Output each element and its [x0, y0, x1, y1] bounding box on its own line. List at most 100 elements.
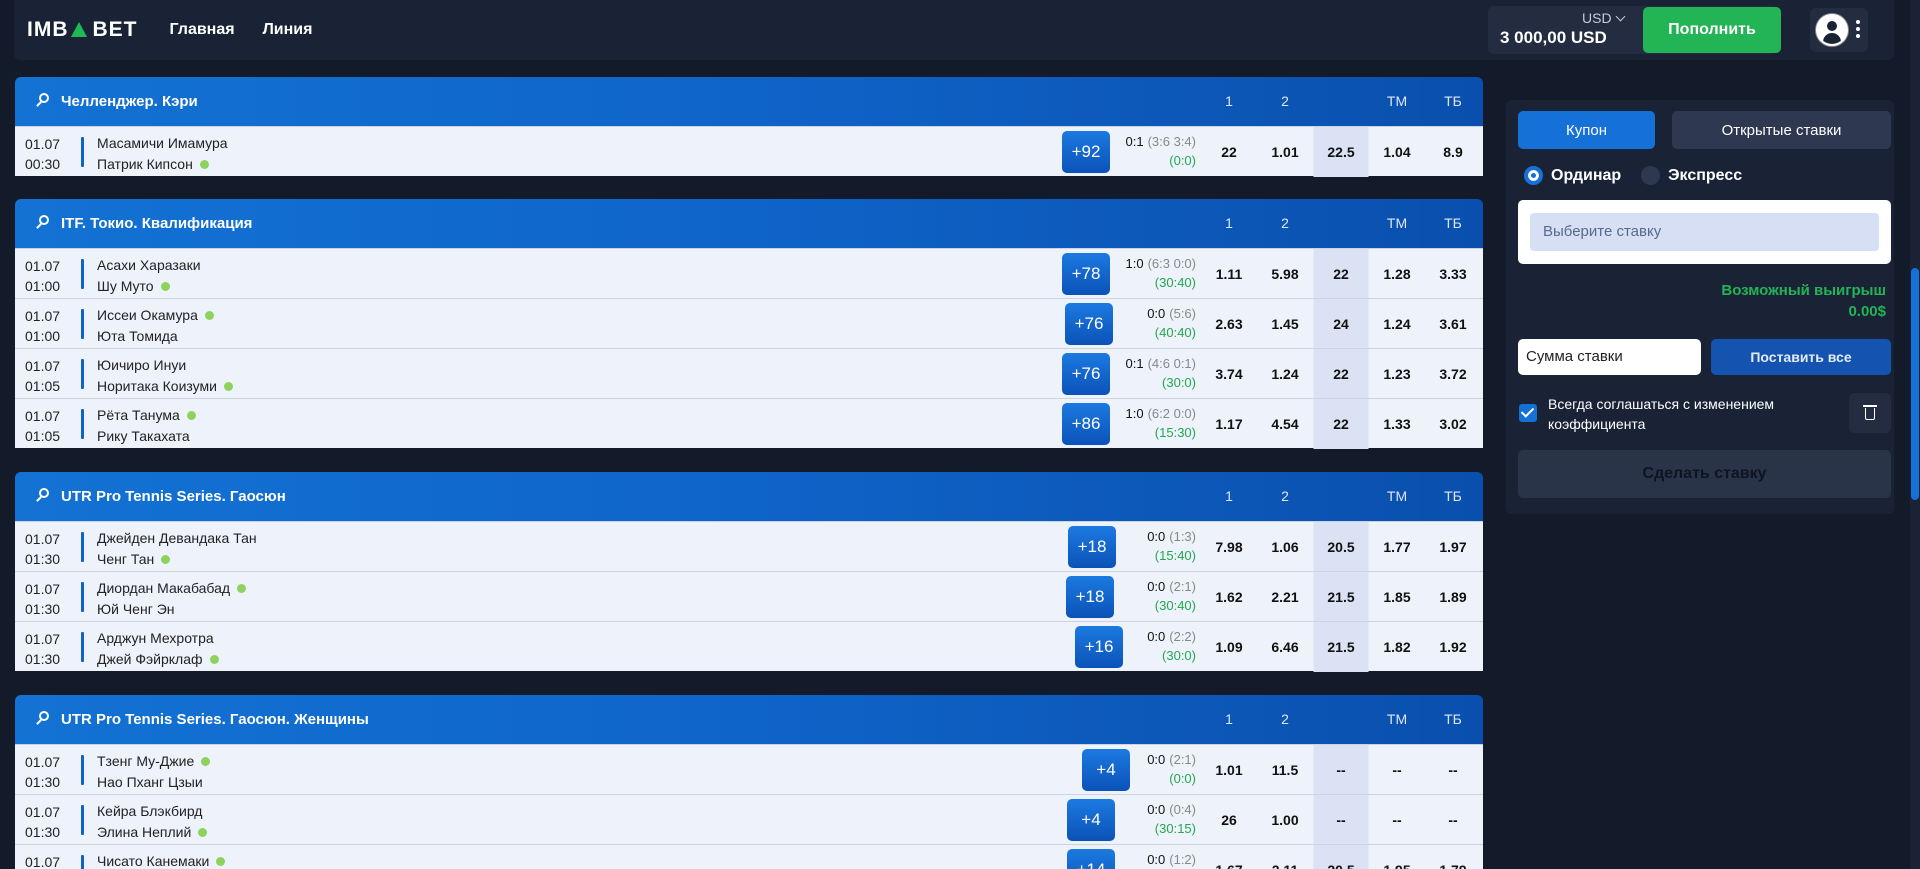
serve-indicator-icon [237, 584, 247, 593]
more-markets-button[interactable]: +4 [1082, 749, 1130, 791]
serve-indicator-icon [201, 757, 211, 766]
odd-tb[interactable]: 3.33 [1426, 249, 1481, 299]
more-markets-button[interactable]: +18 [1068, 526, 1116, 568]
clear-coupon-button[interactable] [1849, 393, 1891, 433]
odd-o1[interactable]: 3.74 [1202, 349, 1257, 399]
odd-tb[interactable]: 8.9 [1426, 127, 1481, 177]
scrollbar-thumb[interactable] [1911, 268, 1919, 500]
match-row[interactable]: 01.07 01:30 Кейра Блэкбирд Элина Неплий +4 0:… [15, 794, 1483, 845]
more-markets-button[interactable]: +78 [1062, 253, 1110, 295]
nav-item-home[interactable]: Главная [170, 21, 235, 39]
more-markets-button[interactable]: +76 [1065, 303, 1113, 345]
more-markets-button[interactable]: +16 [1075, 626, 1123, 668]
match-row[interactable]: 01.07 01:30 Тзенг Му-Джие Нао Пханг Цзыи +4 0… [15, 744, 1483, 795]
league-header[interactable]: UTR Pro Tennis Series. Гаосюн. Женщины 1 2… [15, 695, 1483, 744]
more-markets-button[interactable]: +92 [1062, 131, 1110, 173]
row-divider [81, 632, 84, 662]
odd-tm[interactable]: 1.23 [1370, 349, 1425, 399]
odd-o2[interactable]: 11.5 [1258, 745, 1313, 795]
tab-coupon[interactable]: Купон [1518, 111, 1655, 149]
radio-single-label[interactable]: Ординар [1551, 167, 1621, 185]
match-date: 01.07 [25, 408, 61, 424]
odd-tm[interactable]: 1.24 [1370, 299, 1425, 349]
kebab-menu-icon[interactable] [1856, 20, 1860, 41]
nav-item-line[interactable]: Линия [263, 21, 313, 39]
row-divider [81, 855, 84, 869]
stake-input[interactable]: Сумма ставки [1518, 339, 1701, 375]
currency-select[interactable]: USD [1582, 10, 1626, 26]
deposit-button[interactable]: Пополнить [1643, 7, 1781, 53]
match-row[interactable]: 01.07 01:00 Асахи Харазаки Шу Муто +78 1:0 (6:… [15, 248, 1483, 299]
odd-tm[interactable]: -- [1370, 745, 1425, 795]
score-sets: (2:1) [1169, 579, 1196, 594]
league-header[interactable]: UTR Pro Tennis Series. Гаосюн 1 2 ТМ ТБ [15, 472, 1483, 521]
odd-o1[interactable]: 1.01 [1202, 745, 1257, 795]
odd-o1[interactable]: 1.09 [1202, 622, 1257, 672]
more-markets-button[interactable]: +76 [1062, 353, 1110, 395]
odd-o2[interactable]: 1.00 [1258, 795, 1313, 845]
match-score: 1:0 (6:3 0:0) (30:40) [1126, 254, 1197, 292]
site-logo[interactable]: IMB BET [27, 18, 138, 42]
odd-tb[interactable]: 1.92 [1426, 622, 1481, 672]
odd-tb[interactable]: 3.61 [1426, 299, 1481, 349]
odd-o1[interactable]: 2.63 [1202, 299, 1257, 349]
select-bet-field[interactable]: Выберите ставку [1530, 213, 1879, 251]
odd-o1[interactable]: 22 [1202, 127, 1257, 177]
odd-tb[interactable]: 1.97 [1426, 522, 1481, 572]
odd-o1[interactable]: 26 [1202, 795, 1257, 845]
more-markets-button[interactable]: +86 [1062, 403, 1110, 445]
odd-tm[interactable]: 1.95 [1370, 845, 1425, 869]
odd-o2[interactable]: 4.54 [1258, 399, 1313, 449]
odd-o2[interactable]: 2.21 [1258, 572, 1313, 622]
match-row[interactable]: 01.07 01:30 Арджун Мехротра Джей Фэйрклаф +1… [15, 621, 1483, 672]
row-divider [81, 359, 84, 389]
tab-open-bets[interactable]: Открытые ставки [1672, 111, 1891, 149]
radio-express[interactable] [1641, 166, 1661, 185]
radio-express-label[interactable]: Экспресс [1668, 167, 1742, 185]
odd-o2[interactable]: 1.24 [1258, 349, 1313, 399]
more-markets-button[interactable]: +4 [1067, 799, 1115, 841]
odd-tm[interactable]: 1.85 [1370, 572, 1425, 622]
user-menu[interactable] [1810, 8, 1868, 52]
odd-tb[interactable]: 1.89 [1426, 572, 1481, 622]
match-row[interactable]: 01.07 01:05 Рёта Танума Рику Такахата +86 1:0… [15, 398, 1483, 449]
match-row[interactable]: 01.07 Чисато Канемаки +14 0:0(1:2) 1.672.112… [15, 844, 1483, 869]
odd-tb[interactable]: -- [1426, 745, 1481, 795]
odd-o1[interactable]: 1.62 [1202, 572, 1257, 622]
odd-o2[interactable]: 6.46 [1258, 622, 1313, 672]
league-header[interactable]: Челленджер. Кэри 1 2 ТМ ТБ [15, 77, 1483, 126]
radio-single[interactable] [1524, 166, 1543, 185]
odd-tm[interactable]: 1.04 [1370, 127, 1425, 177]
odd-o1[interactable]: 1.67 [1202, 845, 1257, 869]
bet-all-button[interactable]: Поставить все [1711, 339, 1891, 375]
odd-o2[interactable]: 5.98 [1258, 249, 1313, 299]
odd-tm[interactable]: 1.33 [1370, 399, 1425, 449]
match-row[interactable]: 01.07 00:30 Масамичи Имамура Патрик Кипсон +… [15, 126, 1483, 177]
odd-o2[interactable]: 1.01 [1258, 127, 1313, 177]
user-avatar-icon[interactable] [1816, 14, 1848, 46]
match-row[interactable]: 01.07 01:05 Юичиро Инуи Норитака Коизуми +76… [15, 348, 1483, 399]
odd-o2[interactable]: 1.45 [1258, 299, 1313, 349]
odd-tm[interactable]: 1.77 [1370, 522, 1425, 572]
more-markets-button[interactable]: +18 [1066, 576, 1114, 618]
odd-tb[interactable]: 3.72 [1426, 349, 1481, 399]
match-row[interactable]: 01.07 01:30 Джейден Девандака Тан Ченг Тан +… [15, 521, 1483, 572]
agree-odds-checkbox[interactable] [1519, 404, 1537, 422]
match-row[interactable]: 01.07 01:30 Диордан Макабабад Юй Ченг Эн +18… [15, 571, 1483, 622]
odd-o2[interactable]: 2.11 [1258, 845, 1313, 869]
odd-o2[interactable]: 1.06 [1258, 522, 1313, 572]
odd-tm[interactable]: 1.28 [1370, 249, 1425, 299]
league-header[interactable]: ITF. Токио. Квалификация 1 2 ТМ ТБ [15, 199, 1483, 248]
odd-tb[interactable]: 1.79 [1426, 845, 1481, 869]
place-bet-button[interactable]: Сделать ставку [1518, 450, 1891, 498]
score-sets: (6:3 0:0) [1147, 256, 1196, 271]
odd-tb[interactable]: -- [1426, 795, 1481, 845]
match-row[interactable]: 01.07 01:00 Иссеи Окамура Юта Томида +76 0:0(… [15, 298, 1483, 349]
odd-o1[interactable]: 7.98 [1202, 522, 1257, 572]
odd-tm[interactable]: -- [1370, 795, 1425, 845]
odd-o1[interactable]: 1.17 [1202, 399, 1257, 449]
odd-tb[interactable]: 3.02 [1426, 399, 1481, 449]
more-markets-button[interactable]: +14 [1067, 849, 1115, 869]
odd-tm[interactable]: 1.82 [1370, 622, 1425, 672]
odd-o1[interactable]: 1.11 [1202, 249, 1257, 299]
